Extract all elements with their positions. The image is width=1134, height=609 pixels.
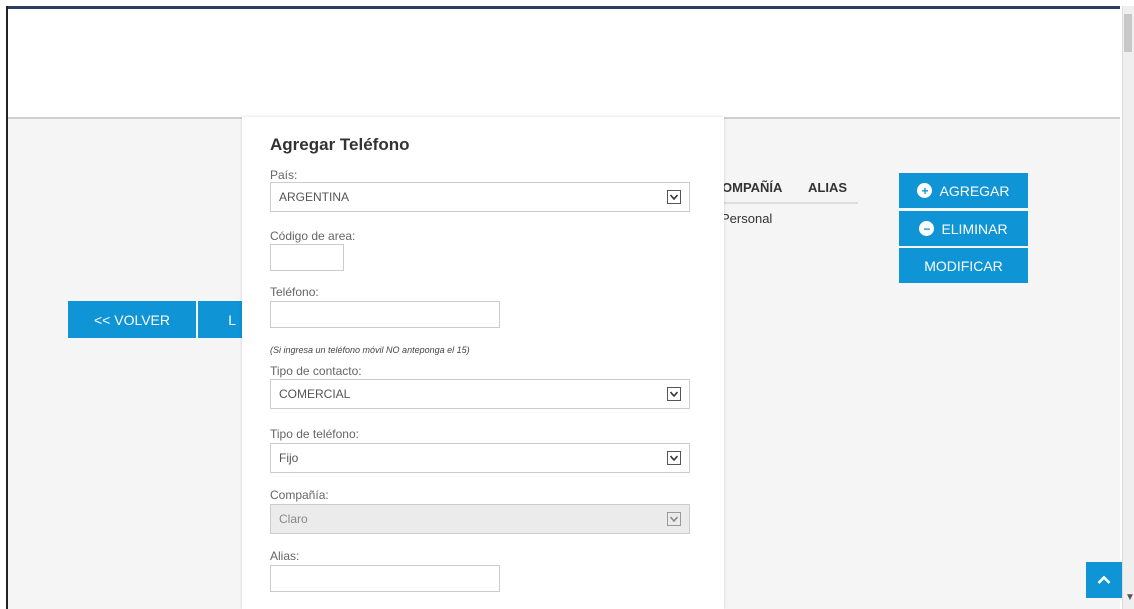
- phone-hint: (Si ingresa un teléfono móvil NO antepon…: [270, 345, 470, 355]
- minus-circle-icon: −: [919, 221, 935, 236]
- phone-label: Teléfono:: [270, 285, 319, 299]
- company-label: Compañía:: [270, 488, 329, 502]
- eliminar-button-label: ELIMINAR: [941, 220, 1008, 237]
- plus-circle-icon: +: [917, 183, 933, 198]
- contact-type-select-value: COMERCIAL: [279, 387, 351, 401]
- table-header-divider: [722, 202, 858, 204]
- scrollbar-thumb[interactable]: [1124, 14, 1132, 52]
- table-header-compania: OMPAÑÍA: [722, 180, 783, 195]
- chevron-down-icon: [667, 387, 681, 401]
- modificar-button[interactable]: MODIFICAR: [899, 248, 1028, 283]
- eliminar-button[interactable]: − ELIMINAR: [899, 211, 1028, 246]
- alias-label: Alias:: [270, 549, 300, 563]
- area-code-input[interactable]: [270, 244, 344, 271]
- phone-type-label: Tipo de teléfono:: [270, 427, 359, 441]
- chevron-down-icon: [667, 190, 681, 204]
- page-header: [8, 9, 1120, 119]
- chevron-down-icon: [667, 512, 681, 526]
- company-select[interactable]: Claro: [270, 504, 690, 534]
- company-select-value: Claro: [279, 512, 308, 526]
- hidden-list-button[interactable]: L: [198, 301, 244, 338]
- phone-type-select[interactable]: Fijo: [270, 443, 690, 473]
- volver-button[interactable]: << VOLVER: [68, 301, 196, 338]
- agregar-button[interactable]: + AGREGAR: [899, 173, 1028, 208]
- area-code-label: Código de area:: [270, 229, 356, 243]
- pais-label: País:: [270, 168, 298, 182]
- pais-select-value: ARGENTINA: [279, 190, 350, 204]
- page-scrollbar[interactable]: [1122, 6, 1134, 609]
- table-cell-company: Personal: [721, 211, 773, 226]
- scroll-to-top-button[interactable]: [1086, 562, 1122, 598]
- agregar-button-label: AGREGAR: [939, 182, 1010, 199]
- table-header-alias: ALIAS: [808, 180, 847, 195]
- contact-type-label: Tipo de contacto:: [270, 364, 362, 378]
- scrollbar-down-arrow[interactable]: ▼: [1125, 592, 1134, 603]
- chevron-down-icon: [667, 451, 681, 465]
- phone-type-select-value: Fijo: [279, 451, 299, 465]
- phone-input[interactable]: [270, 301, 500, 328]
- add-phone-modal: Agregar Teléfono País: ARGENTINA Código …: [242, 117, 724, 609]
- modal-title: Agregar Teléfono: [270, 135, 410, 154]
- contact-type-select[interactable]: COMERCIAL: [270, 379, 690, 409]
- window-left-edge: [6, 6, 8, 609]
- chevron-up-icon: [1097, 575, 1111, 584]
- pais-select[interactable]: ARGENTINA: [270, 182, 690, 212]
- alias-input[interactable]: [270, 565, 500, 592]
